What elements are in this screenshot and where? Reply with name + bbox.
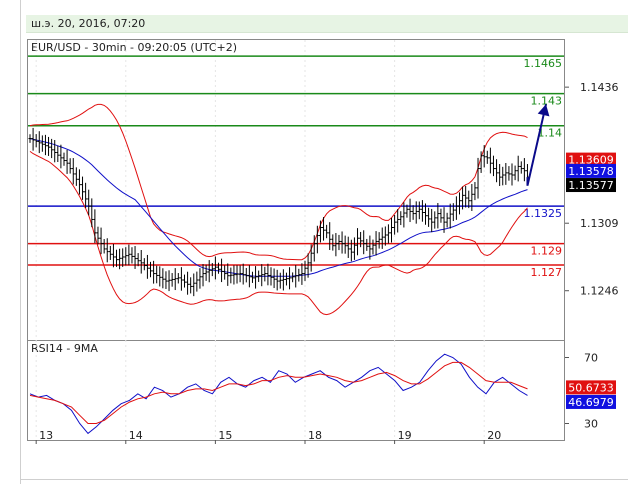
level-label: 1.129 xyxy=(531,245,563,258)
price-badge-label: 46.6979 xyxy=(568,396,614,409)
bollinger-lower xyxy=(29,150,528,316)
rsi-y-tick-label: 70 xyxy=(584,352,598,365)
y-tick-label: 1.1246 xyxy=(580,285,619,298)
x-tick-label: 14 xyxy=(129,429,143,442)
rsi-ma-line xyxy=(29,361,528,424)
price-badge-label: 50.6733 xyxy=(568,381,614,394)
projection-line xyxy=(526,104,547,186)
y-tick-label: 1.1309 xyxy=(580,217,619,230)
x-tick-label: 18 xyxy=(308,429,322,442)
price-chart: EUR/USD - 30min - 09:20:05 (UTC+2) RSI14… xyxy=(27,39,619,444)
rsi-y-tick-label: 30 xyxy=(584,418,598,431)
price-badge-label: 1.13578 xyxy=(568,165,614,178)
rsi-line xyxy=(29,353,528,435)
level-label: 1.127 xyxy=(531,266,563,279)
chart-title: EUR/USD - 30min - 09:20:05 (UTC+2) xyxy=(31,41,237,54)
x-tick-label: 13 xyxy=(39,429,53,442)
x-tick-label: 19 xyxy=(398,429,412,442)
level-label: 1.1325 xyxy=(524,207,563,220)
indicator-title: RSI14 - 9MA xyxy=(31,342,98,355)
level-label: 1.1465 xyxy=(524,57,563,70)
x-tick-label: 15 xyxy=(218,429,232,442)
price-badge-label: 1.13577 xyxy=(568,179,614,192)
y-tick-label: 1.1436 xyxy=(580,81,619,94)
x-tick-label: 20 xyxy=(487,429,501,442)
